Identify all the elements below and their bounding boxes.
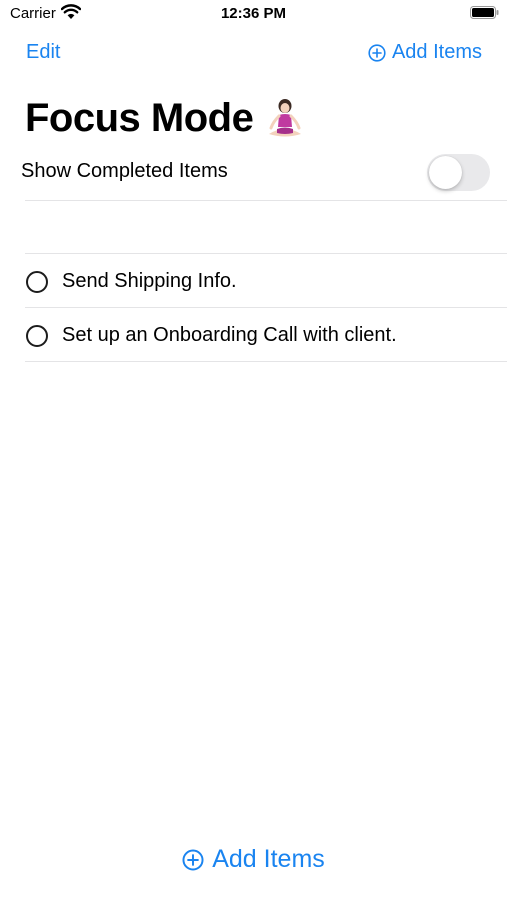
toggle-knob[interactable] (429, 156, 462, 189)
list-item-label: Set up an Onboarding Call with client. (62, 324, 397, 346)
list-item[interactable]: Send Shipping Info. (0, 255, 507, 308)
edit-button[interactable]: Edit (26, 41, 60, 64)
add-items-bottom-label: Add Items (212, 845, 325, 873)
plus-circle-icon (368, 43, 386, 62)
page-title-text: Focus Mode (25, 96, 254, 140)
incomplete-circle-icon[interactable] (26, 271, 48, 293)
separator (25, 307, 507, 308)
separator (25, 361, 507, 362)
battery-icon (470, 6, 499, 19)
show-completed-toggle[interactable] (427, 154, 490, 191)
page-title: Focus Mode (25, 96, 305, 141)
person-in-lotus-position-icon (269, 98, 302, 136)
add-items-bottom-button[interactable]: Add Items (0, 845, 507, 874)
list-item-label: Send Shipping Info. (62, 270, 237, 292)
incomplete-circle-icon[interactable] (26, 325, 48, 347)
clock: 12:36 PM (220, 5, 287, 22)
app-screen: Carrier 12:36 PM Edit Add Items Focus Mo… (0, 0, 507, 900)
plus-circle-icon (182, 848, 204, 871)
add-items-nav-button[interactable]: Add Items (368, 41, 482, 64)
show-completed-label: Show Completed Items (21, 160, 228, 182)
separator (25, 253, 507, 254)
separator (25, 200, 507, 201)
show-completed-row: Show Completed Items (0, 148, 507, 200)
add-items-nav-label: Add Items (391, 41, 482, 63)
list-item[interactable]: Set up an Onboarding Call with client. (0, 309, 507, 362)
status-bar: Carrier 12:36 PM (0, 0, 507, 30)
